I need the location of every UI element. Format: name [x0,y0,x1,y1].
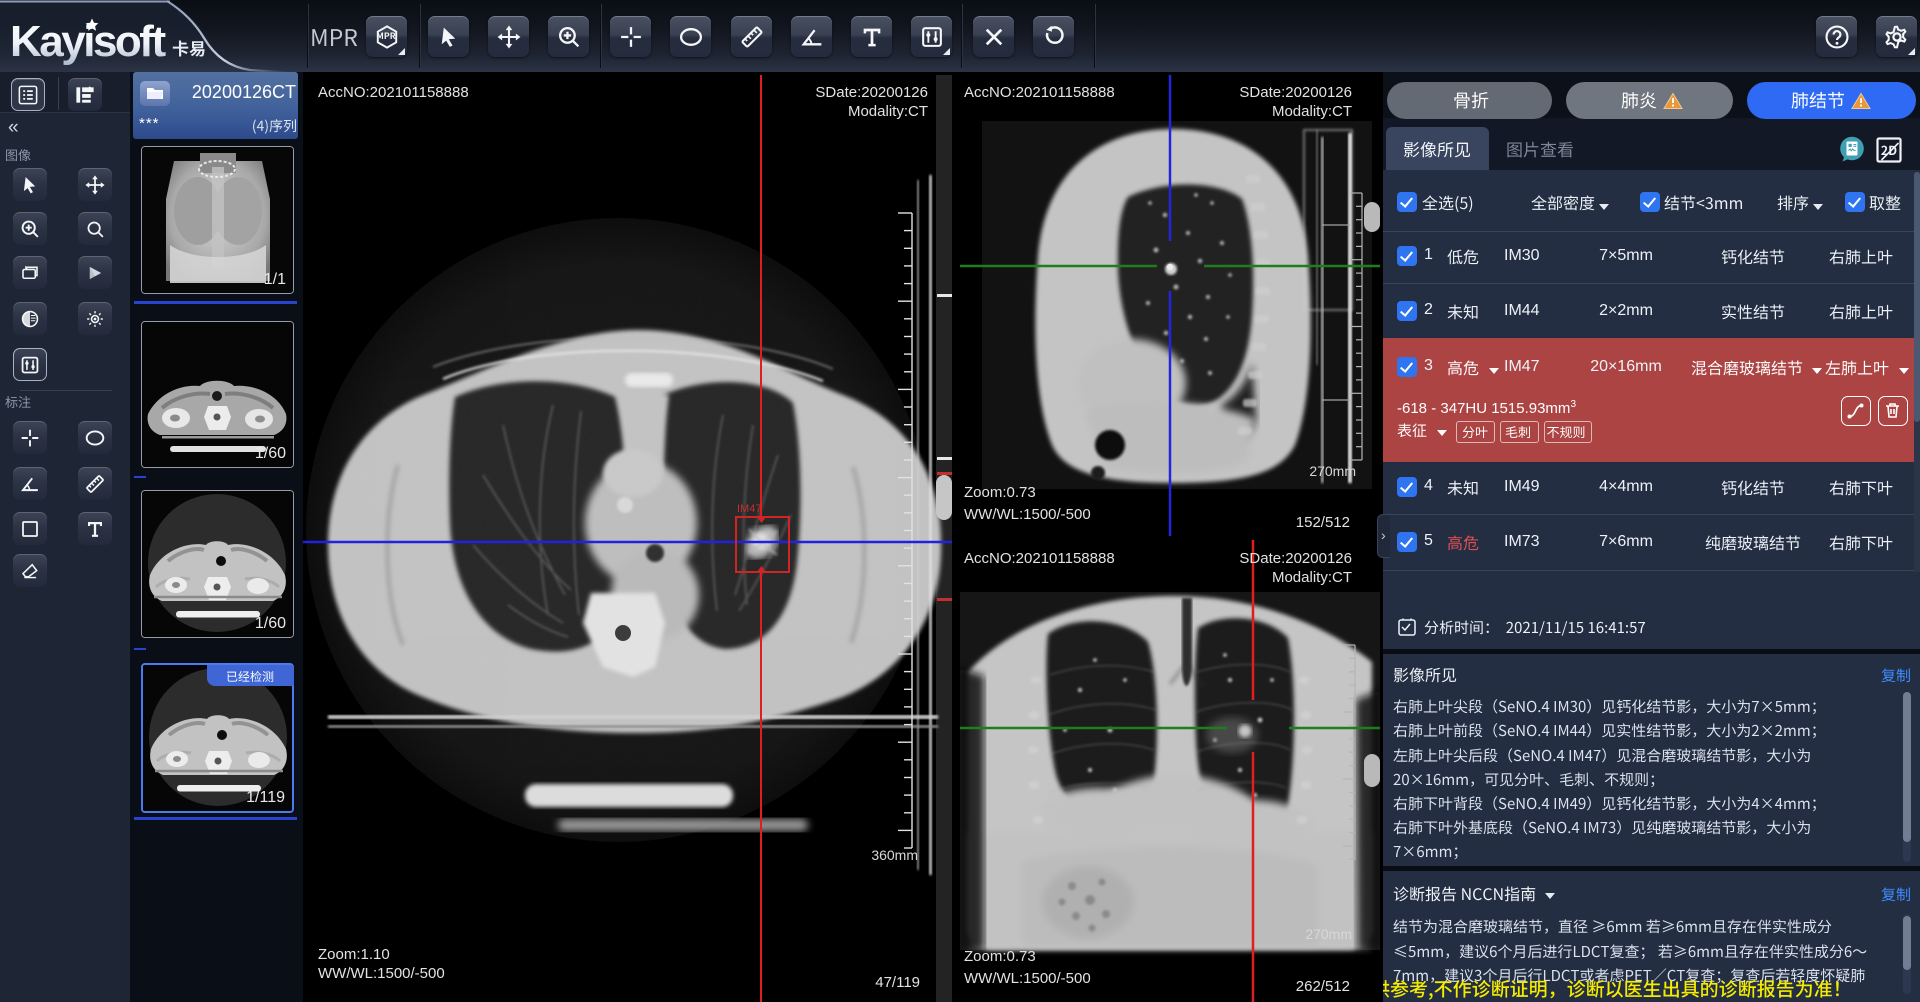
svg-text:IM47: IM47 [737,503,761,515]
